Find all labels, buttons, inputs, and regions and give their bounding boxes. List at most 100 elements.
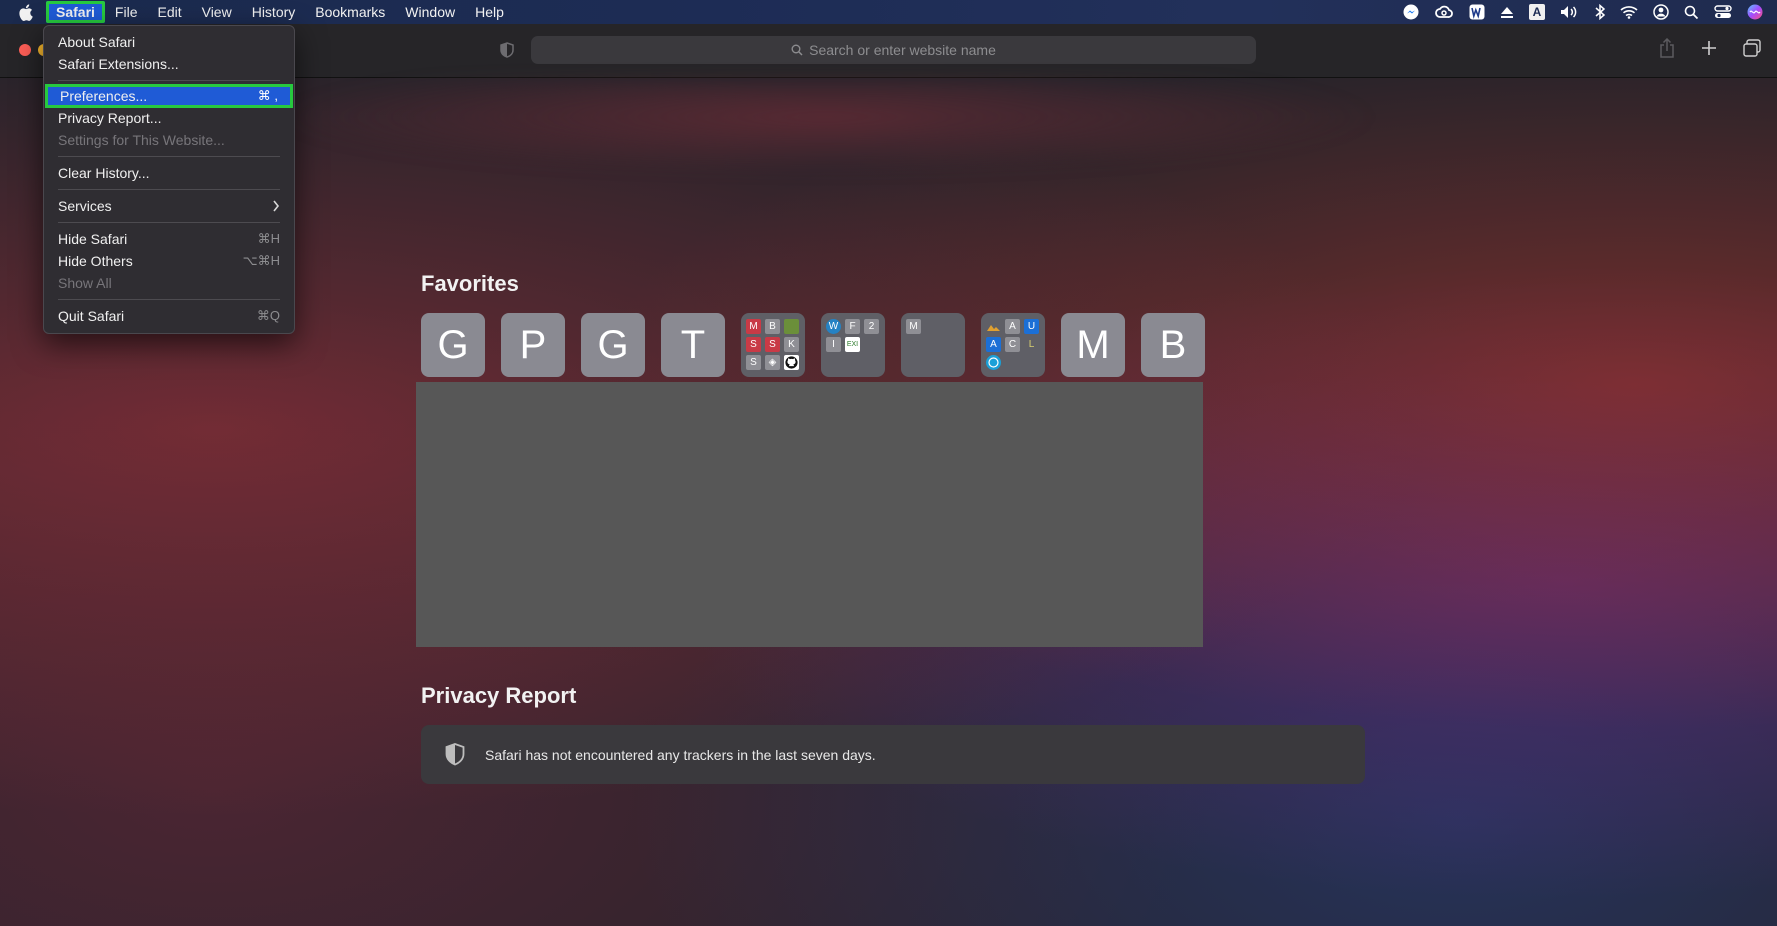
menu-item-hide-others[interactable]: Hide Others ⌥⌘H (44, 250, 294, 272)
new-tab-icon[interactable] (1701, 40, 1717, 61)
folder-mini-tile: I (826, 337, 841, 352)
share-icon[interactable] (1659, 37, 1675, 63)
menu-item-label: Preferences... (60, 88, 148, 104)
menu-item-label: Services (58, 198, 112, 214)
menu-item-show-all: Show All (44, 272, 294, 294)
menu-item-clear-history[interactable]: Clear History... (44, 162, 294, 184)
image-thumbnail-icon (784, 319, 799, 334)
menu-item-settings-for-website: Settings for This Website... (44, 129, 294, 151)
menu-help[interactable]: Help (465, 1, 514, 23)
volume-icon[interactable] (1560, 5, 1580, 19)
folder-mini-tile: S (765, 337, 780, 352)
favorite-tile[interactable]: B (1141, 313, 1205, 377)
folder-mini-tile: K (784, 337, 799, 352)
menu-item-shortcut: ⌘ , (257, 88, 278, 103)
apple-menu-icon[interactable] (18, 3, 40, 21)
privacy-report-card[interactable]: Safari has not encountered any trackers … (421, 725, 1365, 784)
menu-edit[interactable]: Edit (147, 1, 191, 23)
menu-item-label: Show All (58, 275, 112, 291)
spotlight-icon[interactable] (1684, 5, 1699, 20)
search-icon (791, 44, 803, 56)
control-center-icon[interactable] (1714, 5, 1732, 19)
messenger-icon[interactable] (1403, 4, 1419, 20)
background-blur (270, 79, 1380, 174)
menu-separator (58, 222, 280, 223)
menu-item-shortcut: ⌘Q (256, 308, 280, 323)
address-bar[interactable]: Search or enter website name (531, 36, 1256, 64)
menu-item-label: Settings for This Website... (58, 132, 225, 148)
user-icon[interactable] (1653, 4, 1669, 20)
folder-mini-tile: C (1005, 337, 1020, 352)
folder-mini-tile: S (746, 337, 761, 352)
siri-icon[interactable] (1747, 4, 1763, 20)
favorites-title: Favorites (421, 271, 519, 296)
menu-item-shortcut: ⌥⌘H (242, 253, 280, 268)
favorite-folder[interactable]: M (901, 313, 965, 377)
folder-mini-tile: B (765, 319, 780, 334)
menu-item-safari-extensions[interactable]: Safari Extensions... (44, 53, 294, 75)
folder-mini-tile: 2 (864, 319, 879, 334)
favorite-folder[interactable]: W F 2 I EXI (821, 313, 885, 377)
folder-mini-tile: U (1024, 319, 1039, 334)
menu-bookmarks[interactable]: Bookmarks (305, 1, 395, 23)
privacy-shield-icon[interactable] (500, 42, 514, 63)
favorite-folder[interactable]: A U A C L (981, 313, 1045, 377)
menu-view[interactable]: View (192, 1, 242, 23)
menu-item-privacy-report[interactable]: Privacy Report... (44, 107, 294, 129)
favorite-tile[interactable]: G (421, 313, 485, 377)
menu-safari[interactable]: Safari (46, 1, 105, 23)
mountain-icon (986, 319, 1001, 334)
wifi-icon[interactable] (1620, 5, 1638, 19)
menu-item-hide-safari[interactable]: Hide Safari ⌘H (44, 228, 294, 250)
github-icon (784, 355, 799, 370)
chevron-right-icon (272, 195, 280, 223)
toolbar-right (1659, 37, 1761, 63)
address-placeholder: Search or enter website name (809, 42, 996, 58)
folder-mini-tile: A (1005, 319, 1020, 334)
favorite-folder[interactable]: M B S S K S ◈ (741, 313, 805, 377)
menu-bar: Safari File Edit View History Bookmarks … (0, 0, 1777, 24)
favorite-tile[interactable]: P (501, 313, 565, 377)
menu-item-label: Privacy Report... (58, 110, 162, 126)
folder-mini-tile: L (1024, 337, 1039, 352)
status-area: A (1403, 0, 1763, 24)
cube-icon: ◈ (765, 355, 780, 370)
word-icon[interactable] (1469, 4, 1485, 20)
menu-item-preferences[interactable]: Preferences... ⌘ , (45, 84, 293, 108)
menu-separator (58, 299, 280, 300)
globe-icon (986, 355, 1001, 370)
menu-separator (58, 156, 280, 157)
menu-item-label: Hide Others (58, 253, 133, 269)
menu-file[interactable]: File (105, 1, 148, 23)
favorite-tile[interactable]: G (581, 313, 645, 377)
bluetooth-icon[interactable] (1595, 4, 1605, 20)
menu-item-label: Hide Safari (58, 231, 128, 247)
favorite-tile[interactable]: M (1061, 313, 1125, 377)
tab-overview-icon[interactable] (1743, 39, 1761, 62)
menu-history[interactable]: History (242, 1, 306, 23)
folder-mini-tile: A (986, 337, 1001, 352)
menu-item-quit-safari[interactable]: Quit Safari ⌘Q (44, 305, 294, 327)
wordpress-icon: W (826, 319, 841, 334)
safari-menu-dropdown: About Safari Safari Extensions... Prefer… (43, 25, 295, 334)
folder-mini-tile: M (906, 319, 921, 334)
input-source-icon[interactable]: A (1529, 4, 1545, 20)
menu-separator (58, 189, 280, 190)
frequently-visited-placeholder (416, 382, 1203, 647)
folder-mini-tile: EXI (845, 337, 860, 352)
menu-item-label: About Safari (58, 34, 136, 50)
menu-item-label: Quit Safari (58, 308, 125, 324)
privacy-report-message: Safari has not encountered any trackers … (485, 746, 876, 763)
close-window-button[interactable] (19, 44, 31, 56)
menu-window[interactable]: Window (395, 1, 465, 23)
menu-item-label: Safari Extensions... (58, 56, 179, 72)
folder-mini-tile: S (746, 355, 761, 370)
folder-mini-tile: F (845, 319, 860, 334)
creative-cloud-icon[interactable] (1434, 5, 1454, 19)
shield-icon (445, 743, 465, 766)
privacy-report-title: Privacy Report (421, 683, 577, 708)
menu-item-about-safari[interactable]: About Safari (44, 31, 294, 53)
favorite-tile[interactable]: T (661, 313, 725, 377)
eject-icon[interactable] (1500, 6, 1514, 19)
menu-item-services[interactable]: Services (44, 195, 294, 217)
